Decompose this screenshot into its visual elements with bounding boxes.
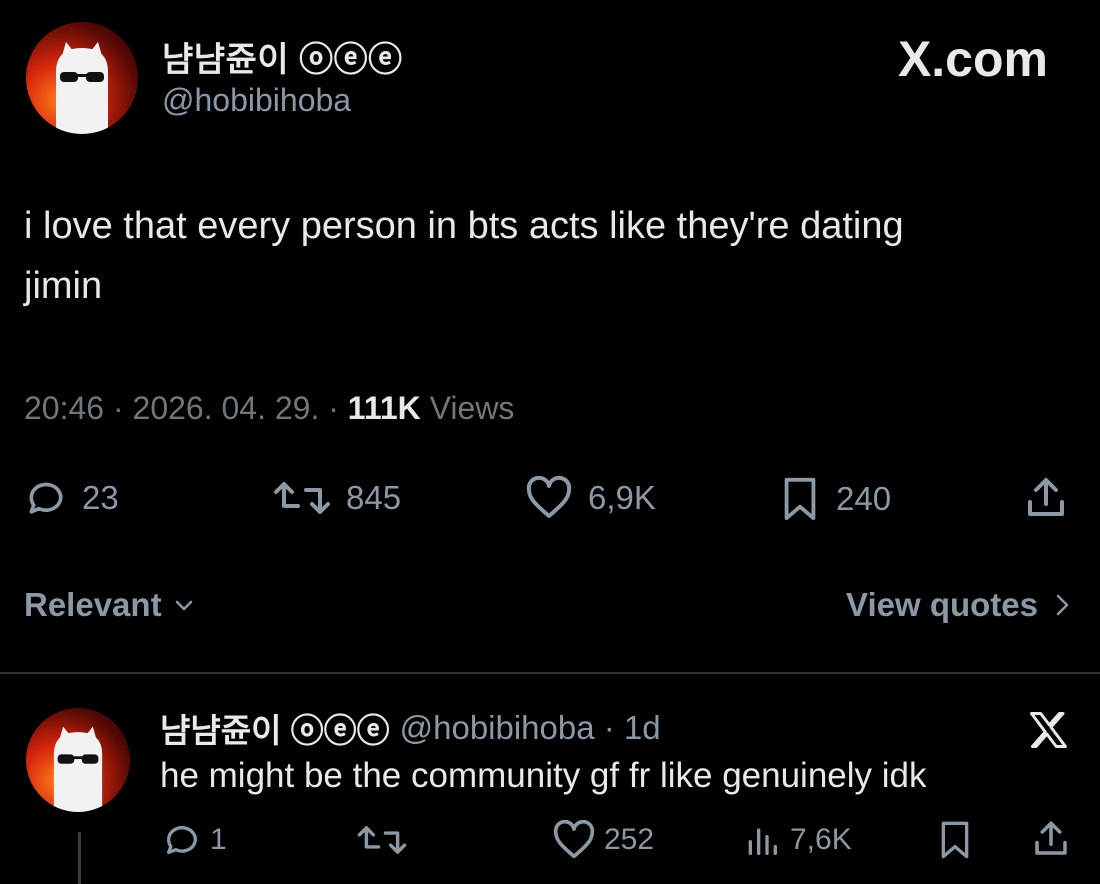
- reply-count: 23: [82, 479, 119, 516]
- heart-icon: [524, 476, 574, 520]
- sort-label: Relevant: [24, 586, 162, 623]
- tweet-text: i love that every person in bts acts lik…: [24, 196, 1064, 316]
- tweet-meta: 20:46 · 2026. 04. 29. · 111K Views: [24, 390, 514, 427]
- views-bar-icon: [742, 820, 782, 860]
- reply-views-count: 7,6K: [790, 823, 852, 856]
- tweet-text-line: i love that every person in bts acts lik…: [24, 205, 904, 247]
- bookmark-icon: [778, 476, 822, 522]
- repost-button[interactable]: 845: [272, 476, 401, 520]
- bookmark-icon: [936, 820, 974, 860]
- x-logo-icon: [1026, 708, 1070, 757]
- repost-icon: [356, 820, 408, 860]
- views-count: 111K: [347, 390, 421, 426]
- bookmark-button[interactable]: 240: [778, 476, 891, 522]
- reply-share-button[interactable]: [1030, 818, 1080, 860]
- heart-icon: [552, 820, 596, 860]
- repost-count: 845: [346, 479, 402, 516]
- like-count: 6,9K: [588, 479, 656, 516]
- bookmark-count: 240: [836, 480, 892, 517]
- reply-views-button[interactable]: 7,6K: [742, 820, 852, 860]
- divider: [0, 672, 1100, 674]
- reply-like-button[interactable]: 252: [552, 820, 654, 860]
- share-icon: [1030, 818, 1072, 860]
- reply-author-name[interactable]: 냠냠쥰이 ⓞⓔⓔ: [160, 704, 390, 752]
- chevron-down-icon: [172, 593, 196, 617]
- like-button[interactable]: 6,9K: [524, 476, 656, 520]
- repost-icon: [272, 476, 332, 520]
- chevron-right-icon: [1052, 591, 1072, 619]
- thread-line: [78, 832, 81, 884]
- share-button[interactable]: [1022, 474, 1084, 522]
- reply-author-handle[interactable]: @hobibihoba · 1d: [400, 709, 661, 747]
- reply-bookmark-button[interactable]: [936, 820, 982, 860]
- view-quotes-label: View quotes: [846, 586, 1038, 623]
- reply-reply-count: 1: [210, 823, 227, 856]
- reply-button[interactable]: 23: [24, 476, 119, 520]
- sort-dropdown[interactable]: Relevant: [24, 586, 196, 624]
- tweet-text-line: jimin: [24, 265, 103, 307]
- view-quotes-link[interactable]: View quotes: [846, 586, 1072, 624]
- reply-like-count: 252: [604, 823, 655, 856]
- author-name[interactable]: 냠냠쥰이 ⓞⓔⓔ: [162, 32, 403, 81]
- views-label: Views: [429, 390, 515, 426]
- ghost-avatar-icon: [53, 726, 103, 812]
- ghost-avatar-icon: [56, 42, 108, 134]
- comment-icon: [162, 820, 202, 860]
- reply-reply-button[interactable]: 1: [162, 820, 227, 860]
- reply-repost-button[interactable]: [356, 820, 416, 860]
- reply-text: he might be the community gf fr like gen…: [160, 756, 927, 795]
- author-handle[interactable]: @hobibihoba: [162, 82, 351, 119]
- site-label: X.com: [897, 31, 1048, 87]
- share-icon: [1022, 474, 1070, 522]
- reply-avatar[interactable]: [26, 708, 130, 812]
- reply-header: 냠냠쥰이 ⓞⓔⓔ @hobibihoba · 1d: [160, 704, 661, 752]
- author-avatar[interactable]: [26, 22, 138, 134]
- comment-icon: [24, 476, 68, 520]
- tweet-time[interactable]: 20:46 · 2026. 04. 29. ·: [24, 390, 339, 426]
